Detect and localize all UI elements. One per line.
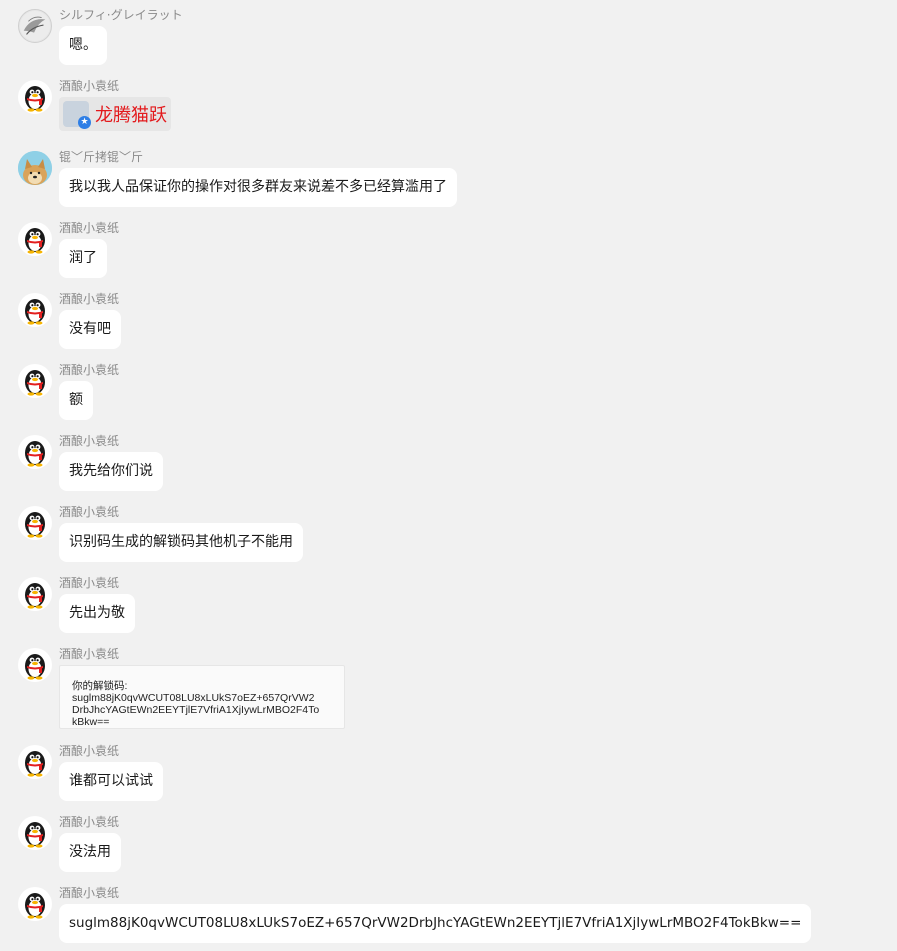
sender-name[interactable]: 酒酿小袁纸 — [59, 363, 119, 377]
message-bubble[interactable]: 没法用 — [59, 833, 121, 872]
message-bubble[interactable]: 谁都可以试试 — [59, 762, 163, 801]
message-bubble[interactable]: 我先给你们说 — [59, 452, 163, 491]
sender-name[interactable]: 酒酿小袁纸 — [59, 505, 303, 519]
message: 酒酿小袁纸 先出为敬 — [0, 576, 897, 647]
sender-name[interactable]: シルフィ·グレイラット — [59, 8, 183, 22]
doge-avatar[interactable] — [18, 151, 52, 185]
message: 锟﹀斤拷锟﹀斤 我以我人品保证你的操作对很多群友来说差不多已经算滥用了 — [0, 150, 897, 221]
sender-name[interactable]: 酒酿小袁纸 — [59, 886, 811, 900]
qq-penguin-avatar[interactable] — [18, 80, 52, 114]
message: 酒酿小袁纸 suglm88jK0qvWCUT08LU8xLUkS7oEZ+657… — [0, 886, 897, 951]
message-bubble[interactable]: 识别码生成的解锁码其他机子不能用 — [59, 523, 303, 562]
message: シルフィ·グレイラット 嗯。 — [0, 8, 897, 79]
message: 酒酿小袁纸 你的解锁码: suglm88jK0qvWCUT08LU8xLUkS7… — [0, 647, 897, 744]
qq-penguin-avatar[interactable] — [18, 816, 52, 850]
sender-name[interactable]: 锟﹀斤拷锟﹀斤 — [59, 150, 457, 164]
qq-penguin-avatar[interactable] — [18, 364, 52, 398]
sender-name[interactable]: 酒酿小袁纸 — [59, 434, 163, 448]
image-text-line: suglm88jK0qvWCUT08LU8xLUkS7oEZ+657QrVW2 — [72, 692, 315, 704]
message-bubble[interactable]: 润了 — [59, 239, 107, 278]
qq-penguin-avatar[interactable] — [18, 887, 52, 921]
sender-name[interactable]: 酒酿小袁纸 — [59, 292, 121, 306]
qq-penguin-avatar[interactable] — [18, 435, 52, 469]
message: 酒酿小袁纸 没法用 — [0, 815, 897, 886]
sender-name[interactable]: 酒酿小袁纸 — [59, 221, 119, 235]
image-text-line: DrbJhcYAGtEWn2EEYTjlE7VfriA1XjIywLrMBO2F… — [72, 704, 320, 716]
image-text-line: kBkw== — [72, 716, 110, 728]
qq-penguin-avatar[interactable] — [18, 506, 52, 540]
sender-name[interactable]: 酒酿小袁纸 — [59, 79, 171, 93]
qq-penguin-avatar[interactable] — [18, 222, 52, 256]
sender-name[interactable]: 酒酿小袁纸 — [59, 576, 135, 590]
message-bubble[interactable]: 额 — [59, 381, 93, 420]
sticker-text: 龙腾猫跃 — [95, 105, 167, 126]
message: 酒酿小袁纸 润了 — [0, 221, 897, 292]
chat-message-list[interactable]: シルフィ·グレイラット 嗯。 酒酿小袁纸 ★ 龙腾猫跃 锟﹀斤拷锟﹀斤 我以我人… — [0, 0, 897, 951]
message: 酒酿小袁纸 谁都可以试试 — [0, 744, 897, 815]
message: 酒酿小袁纸 额 — [0, 363, 897, 434]
qq-penguin-avatar[interactable] — [18, 577, 52, 611]
message-bubble[interactable]: 我以我人品保证你的操作对很多群友来说差不多已经算滥用了 — [59, 168, 457, 207]
sender-name[interactable]: 酒酿小袁纸 — [59, 815, 121, 829]
sender-name[interactable]: 酒酿小袁纸 — [59, 647, 345, 661]
qq-penguin-avatar[interactable] — [18, 648, 52, 682]
message-bubble[interactable]: 先出为敬 — [59, 594, 135, 633]
sylphy-avatar[interactable] — [18, 9, 52, 43]
sticker-icon: ★ — [63, 101, 91, 129]
message: 酒酿小袁纸 我先给你们说 — [0, 434, 897, 505]
star-badge-icon: ★ — [78, 116, 91, 129]
message: 酒酿小袁纸 识别码生成的解锁码其他机子不能用 — [0, 505, 897, 576]
message-bubble[interactable]: suglm88jK0qvWCUT08LU8xLUkS7oEZ+657QrVW2D… — [59, 904, 812, 943]
message-bubble[interactable]: 嗯。 — [59, 26, 107, 65]
image-message[interactable]: 你的解锁码: suglm88jK0qvWCUT08LU8xLUkS7oEZ+65… — [59, 665, 345, 729]
sender-name[interactable]: 酒酿小袁纸 — [59, 744, 163, 758]
image-text-line: 你的解锁码: — [72, 680, 128, 692]
message-bubble[interactable]: 没有吧 — [59, 310, 121, 349]
qq-penguin-avatar[interactable] — [18, 293, 52, 327]
message: 酒酿小袁纸 没有吧 — [0, 292, 897, 363]
sticker-message[interactable]: ★ 龙腾猫跃 — [59, 97, 171, 131]
message: 酒酿小袁纸 ★ 龙腾猫跃 — [0, 79, 897, 150]
qq-penguin-avatar[interactable] — [18, 745, 52, 779]
